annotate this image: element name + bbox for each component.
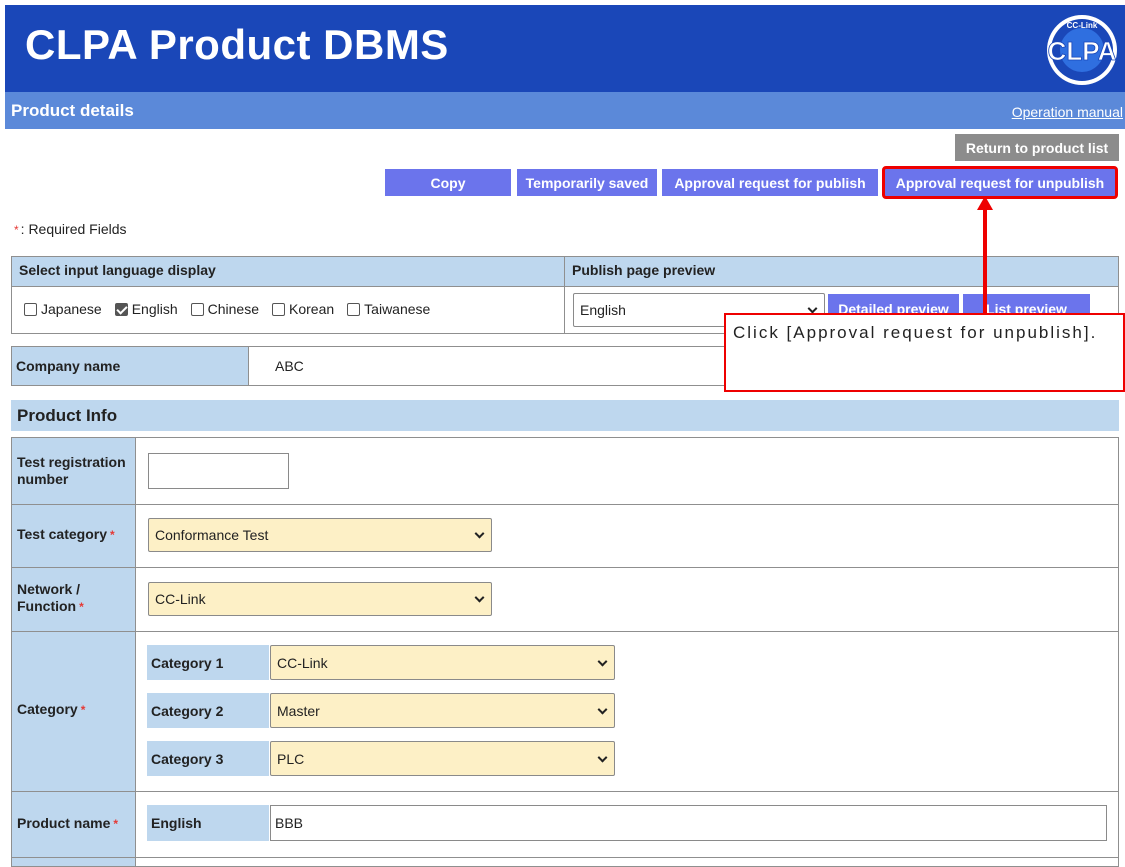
checkbox-chinese[interactable] [190,302,204,316]
checkbox-english[interactable] [114,302,128,316]
chevron-down-icon [597,656,608,667]
logo-ring-text: CC-Link [1067,21,1098,30]
chevron-down-icon [474,528,485,539]
lang-option-english[interactable]: English [114,301,178,317]
chevron-down-icon [474,592,485,603]
company-name-value: ABC [275,358,304,374]
product-info-section-title: Product Info [11,400,1119,431]
required-star: * [113,817,119,831]
temporarily-saved-button[interactable]: Temporarily saved [517,169,657,196]
subheader-bar: Product details Operation manual [5,92,1125,129]
chevron-down-icon [597,704,608,715]
instruction-callout: Click [Approval request for unpublish]. [724,313,1125,392]
network-function-label-row: Network / Function * [17,581,84,614]
logo-text: CLPA [1048,36,1117,66]
category-2-label: Category 2 [147,693,269,728]
category-3-label: Category 3 [147,741,269,776]
lang-option-chinese[interactable]: Chinese [190,301,259,317]
required-star: * [110,528,115,542]
lang-option-taiwanese[interactable]: Taiwanese [347,301,430,317]
network-function-select[interactable]: CC-Link [148,582,492,616]
operation-manual-link[interactable]: Operation manual [1012,104,1123,120]
test-category-select[interactable]: Conformance Test [148,518,492,552]
required-star: * [79,600,84,614]
app-header: CLPA Product DBMS CC-Link CLPA [5,5,1125,92]
required-fields-note: *: Required Fields [14,221,127,237]
required-fields-text: : Required Fields [20,221,127,237]
test-registration-label: Test registration number [17,454,126,487]
product-name-input[interactable]: BBB [270,805,1107,841]
language-checkboxes: Japanese English Chinese Korean Taiwanes… [24,301,443,317]
select-language-header: Select input language display [12,257,564,287]
app-title: CLPA Product DBMS [25,21,449,68]
category-1-label: Category 1 [147,645,269,680]
chevron-down-icon [597,752,608,763]
publish-preview-header: Publish page preview [565,257,1118,287]
approval-request-publish-button[interactable]: Approval request for publish [662,169,878,196]
product-name-label-row: Product name * [17,815,119,831]
product-name-lang-label: English [147,805,269,841]
return-to-product-list-button[interactable]: Return to product list [955,134,1119,161]
category-label-row: Category * [17,701,86,717]
required-star: * [14,223,19,237]
checkbox-japanese[interactable] [24,302,37,316]
category-2-select[interactable]: Master [270,693,615,728]
checkbox-taiwanese[interactable] [347,302,361,316]
required-star: * [80,703,86,717]
test-category-label-row: Test category * [17,526,115,542]
lang-option-japanese[interactable]: Japanese [24,301,102,317]
unpublish-highlight-box [882,166,1118,199]
lang-option-korean[interactable]: Korean [272,301,334,317]
company-name-label: Company name [12,347,249,385]
category-1-select[interactable]: CC-Link [270,645,615,680]
callout-arrow-icon [977,196,993,314]
page-title: Product details [11,101,134,120]
product-info-form: Test registration number Test category * … [11,437,1119,867]
category-3-select[interactable]: PLC [270,741,615,776]
test-registration-input[interactable] [148,453,289,489]
copy-button[interactable]: Copy [385,169,511,196]
checkbox-korean[interactable] [272,302,286,316]
clpa-logo: CC-Link CLPA [1047,15,1117,85]
